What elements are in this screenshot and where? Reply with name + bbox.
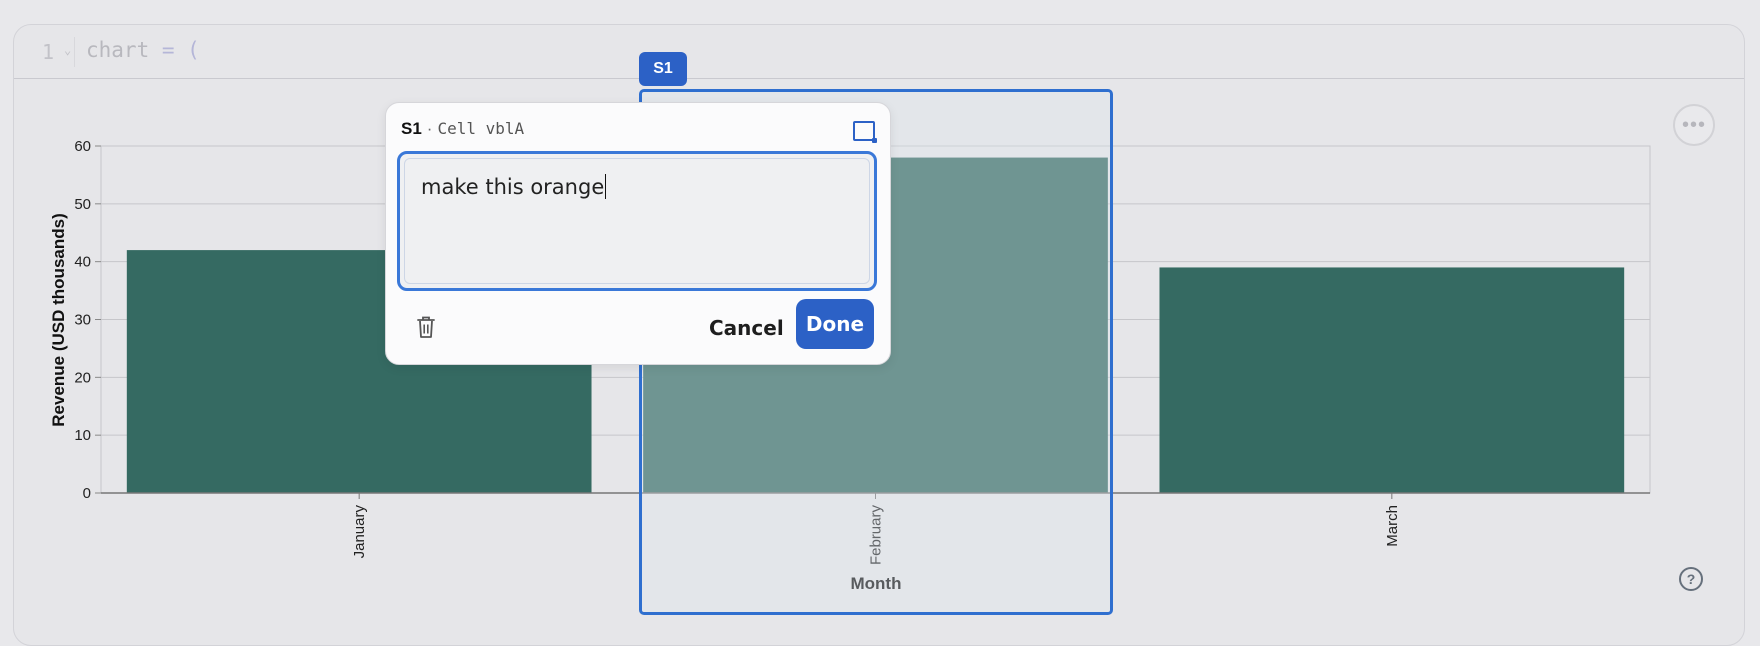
more-options-button[interactable]: ••• <box>1673 104 1715 146</box>
x-tick-label: March <box>1384 505 1401 547</box>
popover-header: S1 · Cell vblA <box>401 119 524 139</box>
y-tick-label: 20 <box>74 369 91 386</box>
selection-id: S1 <box>401 119 422 138</box>
y-tick-label: 50 <box>74 196 91 213</box>
y-tick-label: 30 <box>74 312 91 329</box>
ellipsis-icon: ••• <box>1681 113 1706 136</box>
y-tick-label: 40 <box>74 254 91 271</box>
prompt-text[interactable]: make this orange <box>421 174 607 199</box>
help-button[interactable]: ? <box>1679 567 1703 591</box>
y-tick-label: 0 <box>83 485 91 502</box>
chart-bar <box>1159 267 1625 493</box>
region-select-icon[interactable] <box>853 121 877 143</box>
prompt-value: make this orange <box>421 175 605 199</box>
y-tick-label: 60 <box>74 138 91 155</box>
y-tick-label: 10 <box>74 427 91 444</box>
cancel-button[interactable]: Cancel <box>709 312 784 344</box>
selection-tag[interactable]: S1 <box>639 52 687 86</box>
y-axis-title: Revenue (USD thousands) <box>49 213 68 426</box>
x-tick-label: January <box>351 505 368 559</box>
header-separator: · <box>426 119 433 138</box>
question-circle-icon: ? <box>1686 571 1696 587</box>
done-button[interactable]: Done <box>796 299 874 349</box>
edit-request-popover: S1 · Cell vblA make this orange Cancel Don… <box>385 102 891 365</box>
prompt-input[interactable]: make this orange <box>397 151 877 291</box>
text-caret <box>605 174 607 199</box>
cell-label: Cell vblA <box>437 119 525 138</box>
trash-icon[interactable] <box>416 315 436 339</box>
